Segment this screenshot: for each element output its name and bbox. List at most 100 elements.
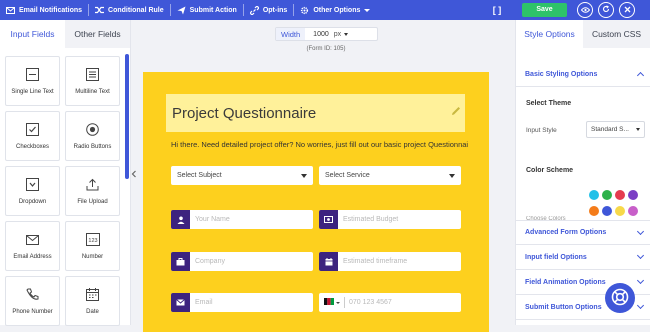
pencil-icon[interactable]: [451, 106, 461, 118]
field-radio-buttons[interactable]: Radio Buttons: [65, 111, 120, 161]
save-button[interactable]: Save: [522, 3, 567, 17]
close-button[interactable]: [619, 2, 635, 18]
fields-scrollbar[interactable]: [125, 54, 129, 179]
color-swatch[interactable]: [589, 190, 599, 200]
field-multiline-text[interactable]: Multiline Text: [65, 56, 120, 106]
input-style-select[interactable]: Standard S...: [586, 121, 645, 138]
field-label: Checkboxes: [15, 143, 50, 150]
field-label: Multiline Text: [75, 88, 110, 95]
width-unit: px: [333, 30, 342, 38]
company-input[interactable]: Company: [171, 252, 313, 271]
refresh-button[interactable]: [598, 2, 614, 18]
input-field-label: Input field Options: [525, 253, 587, 261]
name-input[interactable]: Your Name: [171, 210, 313, 229]
tab-custom-css[interactable]: Custom CSS: [583, 20, 650, 48]
basic-styling-options-header[interactable]: Basic Styling Options: [516, 62, 650, 87]
select-subject-label: Select Subject: [177, 172, 222, 179]
input-field-options-header[interactable]: Input field Options: [516, 245, 650, 270]
preview-button[interactable]: [577, 2, 593, 18]
budget-input[interactable]: Estimated Budget: [319, 210, 461, 229]
email-notifications-button[interactable]: Email Notifications: [0, 0, 88, 20]
lifebuoy-icon: [611, 288, 629, 308]
other-options-button[interactable]: Other Options: [294, 0, 376, 20]
field-label: Number: [81, 253, 104, 260]
refresh-icon: [602, 5, 610, 15]
color-swatch[interactable]: [615, 190, 625, 200]
submit-button-label: Submit Button Options: [525, 303, 602, 311]
style-tabs: Style Options Custom CSS: [516, 20, 650, 48]
input-style-label: Input Style: [526, 127, 557, 134]
budget-placeholder: Estimated Budget: [343, 216, 399, 223]
checkbox-icon: [26, 123, 40, 137]
email-input[interactable]: Email: [171, 293, 313, 312]
color-swatch[interactable]: [602, 206, 612, 216]
chevron-up-icon: [636, 71, 645, 80]
field-date[interactable]: Date: [65, 276, 120, 326]
field-email-address[interactable]: Email Address: [5, 221, 60, 271]
select-service-label: Select Service: [325, 172, 370, 179]
conditional-rule-label: Conditional Rule: [108, 6, 164, 14]
fields-panel: Input Fields Other Fields Single Line Te…: [0, 20, 131, 326]
fullscreen-toggle[interactable]: [ ]: [490, 3, 504, 17]
submit-action-label: Submit Action: [189, 6, 237, 14]
color-swatch[interactable]: [628, 206, 638, 216]
color-swatch[interactable]: [602, 190, 612, 200]
width-control[interactable]: Width 1000 px: [275, 27, 378, 41]
field-number[interactable]: 123 Number: [65, 221, 120, 271]
select-service[interactable]: Select Service: [319, 166, 461, 185]
submit-action-button[interactable]: Submit Action: [171, 0, 243, 20]
title-box[interactable]: Project Questionnaire: [166, 94, 465, 132]
tab-other-fields[interactable]: Other Fields: [65, 20, 130, 48]
color-swatch[interactable]: [628, 190, 638, 200]
gear-icon: [300, 6, 309, 15]
phone-icon: [26, 288, 40, 302]
form-preview: Project Questionnaire Hi there. Need det…: [143, 72, 489, 332]
chevron-down-icon: [636, 251, 645, 260]
send-icon: [177, 6, 186, 15]
field-file-upload[interactable]: File Upload: [65, 166, 120, 216]
basic-styling-label: Basic Styling Options: [525, 70, 598, 78]
timeframe-input[interactable]: Estimated timeframe: [319, 252, 461, 271]
field-label: Radio Buttons: [73, 143, 112, 150]
calendar-icon: [319, 252, 338, 271]
field-single-line-text[interactable]: Single Line Text: [5, 56, 60, 106]
width-label: Width: [276, 28, 306, 40]
field-label: Single Line Text: [11, 88, 54, 95]
opt-ins-button[interactable]: Opt-ins: [244, 0, 294, 20]
select-subject[interactable]: Select Subject: [171, 166, 313, 185]
field-animation-label: Field Animation Options: [525, 278, 606, 286]
advanced-form-options-header[interactable]: Advanced Form Options: [516, 220, 650, 245]
opt-ins-label: Opt-ins: [262, 6, 288, 14]
width-input[interactable]: 1000: [305, 31, 334, 38]
envelope-icon: [171, 293, 190, 312]
advanced-form-label: Advanced Form Options: [525, 229, 607, 236]
field-checkboxes[interactable]: Checkboxes: [5, 111, 60, 161]
field-dropdown[interactable]: Dropdown: [5, 166, 60, 216]
conditional-rule-button[interactable]: Conditional Rule: [89, 0, 170, 20]
caret-down-icon: [449, 173, 455, 178]
tab-input-fields[interactable]: Input Fields: [0, 20, 65, 48]
field-label: Date: [86, 308, 99, 315]
chevron-down-icon[interactable]: [344, 32, 349, 36]
color-swatch[interactable]: [615, 206, 625, 216]
field-phone-number[interactable]: Phone Number: [5, 276, 60, 326]
country-selector[interactable]: [319, 298, 340, 307]
chevron-down-icon: [336, 301, 340, 304]
chevron-down-icon: [636, 301, 645, 310]
color-swatch[interactable]: [589, 206, 599, 216]
phone-divider: [344, 297, 345, 308]
user-icon: [171, 210, 190, 229]
form-canvas: Width 1000 px (Form ID: 105) Project Que…: [137, 20, 515, 332]
company-placeholder: Company: [195, 258, 225, 265]
help-button[interactable]: [605, 283, 635, 313]
caret-down-icon: [301, 173, 307, 178]
timeframe-placeholder: Estimated timeframe: [343, 258, 408, 265]
phone-input[interactable]: 070 123 4567: [319, 293, 461, 312]
shuffle-icon: [95, 6, 105, 15]
close-icon: [624, 6, 631, 15]
email-notifications-label: Email Notifications: [19, 6, 83, 14]
number-icon: 123: [85, 233, 100, 247]
select-theme-label: Select Theme: [526, 100, 572, 107]
tab-style-options[interactable]: Style Options: [516, 20, 583, 48]
envelope-icon: [26, 233, 40, 247]
